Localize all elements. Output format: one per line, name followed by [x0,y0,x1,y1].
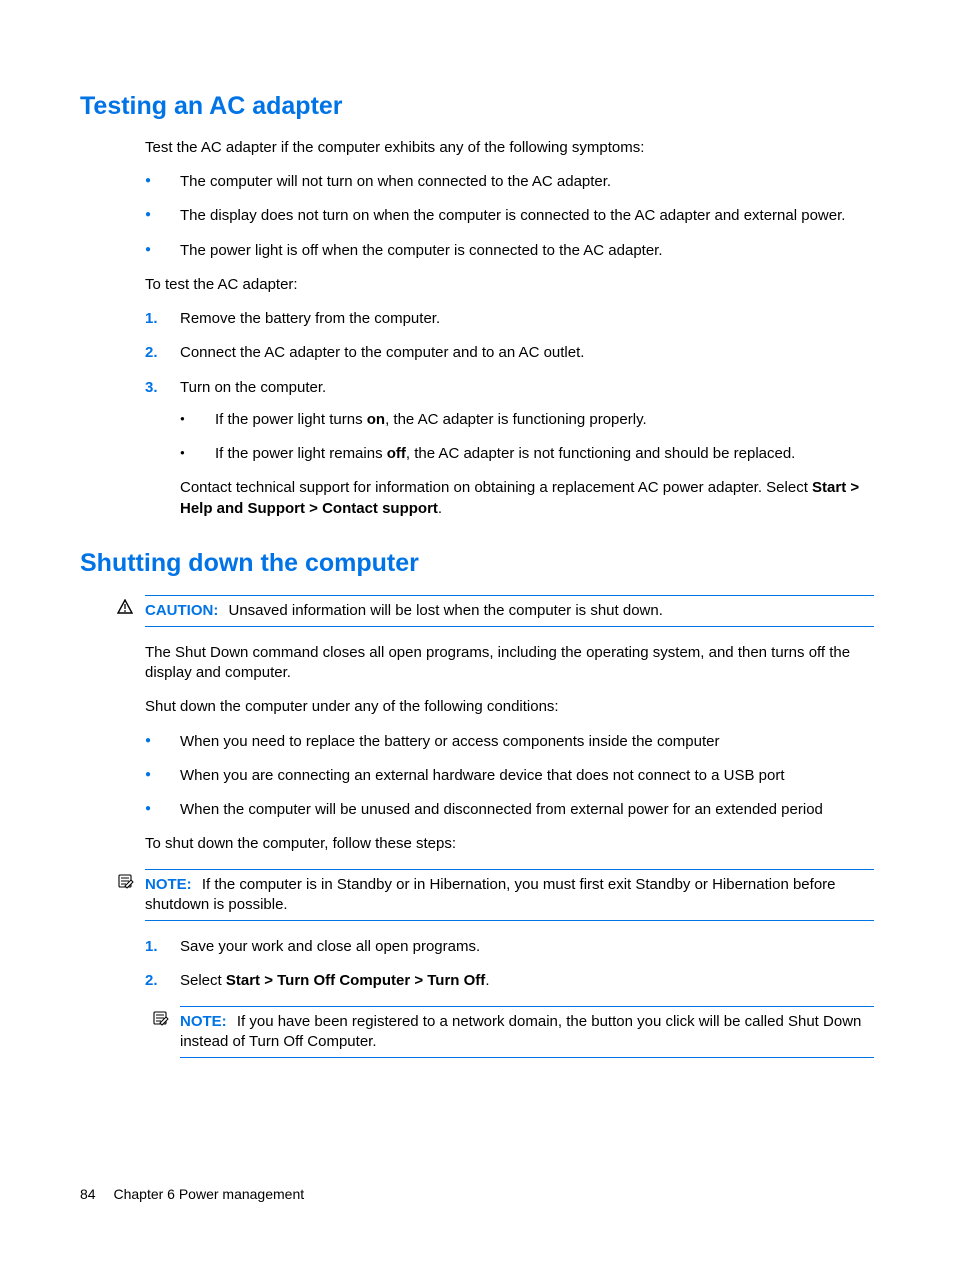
step-item: Remove the battery from the computer. [145,309,874,329]
heading-shutting-down: Shutting down the computer [80,547,874,581]
list-item: When you are connecting an external hard… [145,766,874,786]
shutdown-steps-list: Save your work and close all open progra… [145,937,874,992]
note-text: If you have been registered to a network… [180,1013,861,1050]
list-item: If the power light remains off, the AC a… [180,444,874,464]
step-item: Select Start > Turn Off Computer > Turn … [145,971,874,991]
caution-icon [117,599,133,621]
symptom-list: The computer will not turn on when conne… [145,172,874,261]
list-item: The display does not turn on when the co… [145,206,874,226]
note-icon [117,873,135,895]
note-callout: NOTE: If the computer is in Standby or i… [145,869,874,922]
conditions-list: When you need to replace the battery or … [145,732,874,821]
sub-results-list: If the power light turns on, the AC adap… [180,410,874,465]
step-item: Connect the AC adapter to the computer a… [145,343,874,363]
test-steps-list: Remove the battery from the computer. Co… [145,309,874,398]
to-test-paragraph: To test the AC adapter: [145,275,874,295]
contact-paragraph: Contact technical support for informatio… [180,478,874,519]
note-label: NOTE: [145,876,192,893]
caution-text: Unsaved information will be lost when th… [229,602,663,619]
note-text: If the computer is in Standby or in Hibe… [145,876,836,913]
heading-testing-ac-adapter: Testing an AC adapter [80,90,874,124]
note-callout: NOTE: If you have been registered to a n… [180,1006,874,1059]
list-item: When you need to replace the battery or … [145,732,874,752]
page-number: 84 [80,1186,96,1202]
list-item: The computer will not turn on when conne… [145,172,874,192]
shutdown-conditions-intro: Shut down the computer under any of the … [145,697,874,717]
shutdown-steps-intro: To shut down the computer, follow these … [145,834,874,854]
caution-callout: CAUTION: Unsaved information will be los… [145,595,874,627]
note-label: NOTE: [180,1013,227,1030]
list-item: If the power light turns on, the AC adap… [180,410,874,430]
list-item: When the computer will be unused and dis… [145,800,874,820]
note-icon [152,1010,170,1032]
page-footer: 84 Chapter 6 Power management [80,1185,304,1204]
caution-label: CAUTION: [145,602,218,619]
step-item: Save your work and close all open progra… [145,937,874,957]
intro-paragraph: Test the AC adapter if the computer exhi… [145,138,874,158]
step-item: Turn on the computer. [145,378,874,398]
shutdown-desc-paragraph: The Shut Down command closes all open pr… [145,643,874,684]
list-item: The power light is off when the computer… [145,241,874,261]
chapter-label: Chapter 6 Power management [113,1186,304,1202]
